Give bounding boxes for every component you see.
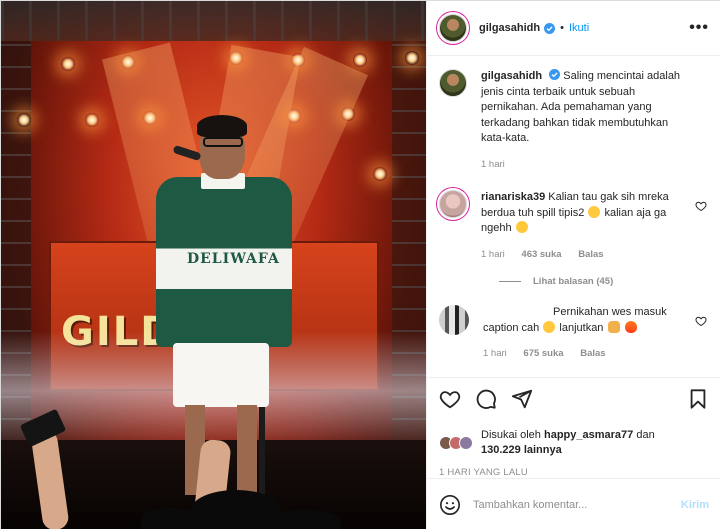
performer-glasses	[203, 137, 243, 147]
heart-eyes-emoji-icon	[588, 205, 601, 218]
caption-time[interactable]: 1 hari	[481, 159, 505, 170]
liked-by: Disukai oleh happy_asmara77 dan 130.229 …	[439, 428, 709, 458]
verified-icon	[544, 22, 556, 34]
caption-username[interactable]: gilgasahidh	[481, 70, 542, 82]
heart-icon[interactable]	[439, 388, 461, 410]
view-replies-button[interactable]: Lihat balasan (45)	[499, 276, 709, 287]
post-actions: Disukai oleh happy_asmara77 dan 130.229 …	[427, 377, 720, 478]
clap-emoji-icon	[607, 320, 620, 333]
stage-truss-top	[1, 1, 426, 41]
crowd-head	[271, 510, 341, 529]
comment-body: rianariska39 Kalian tau gak sih mreka be…	[481, 190, 691, 262]
shirt-print: DELIWAFA	[187, 251, 280, 267]
performer-hair	[197, 115, 247, 137]
stage-light	[405, 51, 419, 65]
comment-time[interactable]: 1 hari	[481, 249, 505, 260]
comment-text-continued: lanjutkan	[559, 321, 604, 334]
performer-shorts	[173, 343, 269, 407]
comment-item: rianariska39 Kalian tau gak sih mreka be…	[439, 190, 709, 262]
stage-light	[341, 107, 355, 121]
grin-emoji-icon	[515, 221, 528, 233]
post-comment-button[interactable]: Kirim	[681, 499, 709, 511]
caption: gilgasahidh Saling mencintai adalah jeni…	[439, 57, 709, 172]
view-replies-label[interactable]: Lihat balasan (45)	[533, 276, 613, 287]
liked-by-text: Disukai oleh happy_asmara77 dan 130.229 …	[481, 428, 655, 458]
liked-by-first-user[interactable]: happy_asmara77	[544, 429, 633, 441]
bookmark-icon[interactable]	[687, 388, 709, 410]
header-separator: •	[560, 22, 564, 34]
stage-light	[61, 57, 75, 71]
caption-meta: 1 hari	[481, 157, 691, 173]
comment-body: Pernikahan wes masuk caption cah lanjutk…	[483, 305, 693, 362]
liked-by-prefix: Disukai oleh	[481, 429, 541, 441]
caption-avatar[interactable]	[439, 69, 467, 97]
post-photo[interactable]: GILDO IC DELIWAFA	[1, 1, 426, 529]
commenter-username[interactable]: rianariska39	[481, 191, 545, 203]
emoji-icon[interactable]	[439, 494, 461, 516]
microphone	[172, 144, 202, 162]
share-icon[interactable]	[511, 388, 533, 410]
commenter-avatar[interactable]	[439, 305, 469, 335]
stage-light	[121, 55, 135, 69]
comment-time[interactable]: 1 hari	[483, 348, 507, 359]
stage-light	[229, 51, 243, 65]
grin-emoji-icon	[543, 320, 556, 333]
stage-light	[373, 167, 387, 181]
liker-avatar	[459, 436, 473, 450]
reply-button[interactable]: Balas	[578, 249, 603, 260]
comment-like-icon[interactable]	[695, 315, 707, 327]
comment-meta: 1 hari 675 suka Balas	[483, 346, 693, 362]
liked-by-conjunction: dan	[636, 429, 655, 441]
post-side-panel: gilgasahidh • Ikuti ••• gilgasahidh Sali…	[426, 1, 720, 529]
author-avatar[interactable]	[439, 14, 467, 42]
fire-emoji-icon	[624, 320, 637, 333]
crowd	[1, 400, 426, 529]
comment-item: Pernikahan wes masuk caption cah lanjutk…	[439, 305, 709, 362]
instagram-post: GILDO IC DELIWAFA gil	[0, 0, 720, 529]
caption-body: gilgasahidh Saling mencintai adalah jeni…	[481, 69, 691, 172]
commenter-avatar[interactable]	[439, 190, 467, 218]
comment-likes[interactable]: 463 suka	[521, 249, 561, 260]
follow-button[interactable]: Ikuti	[569, 22, 589, 34]
replies-divider	[499, 281, 521, 282]
comment-icon[interactable]	[475, 388, 497, 410]
crowd-head	[191, 490, 281, 529]
liked-by-count[interactable]: 130.229 lainnya	[481, 444, 562, 456]
post-header: gilgasahidh • Ikuti •••	[427, 1, 720, 56]
action-bar	[439, 386, 709, 412]
post-date[interactable]: 1 HARI YANG LALU	[439, 467, 709, 478]
stage-light	[85, 113, 99, 127]
comment-meta: 1 hari 463 suka Balas	[481, 247, 691, 263]
more-icon[interactable]: •••	[689, 19, 709, 37]
stage-light	[291, 53, 305, 67]
stage-light	[353, 53, 367, 67]
comment-likes[interactable]: 675 suka	[523, 348, 563, 359]
stage-light	[17, 113, 31, 127]
liked-by-avatars[interactable]	[439, 436, 473, 450]
reply-button[interactable]: Balas	[580, 348, 605, 359]
comments-list[interactable]: gilgasahidh Saling mencintai adalah jeni…	[427, 57, 720, 377]
add-comment-bar: Kirim	[427, 478, 720, 529]
author-username[interactable]: gilgasahidh	[479, 22, 540, 34]
comment-like-icon[interactable]	[695, 200, 707, 212]
add-comment-input[interactable]	[473, 498, 681, 511]
verified-icon	[549, 69, 561, 80]
crowd-head	[141, 508, 201, 529]
